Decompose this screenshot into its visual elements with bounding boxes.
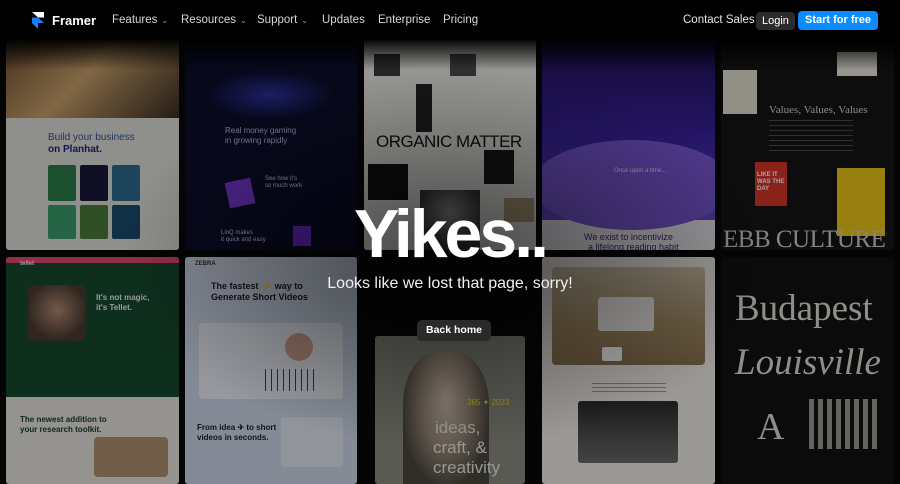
tile-headline: craft, & (433, 438, 487, 457)
tile-headline: your research toolkit. (20, 425, 102, 434)
nav-item-label: Resources (181, 14, 236, 26)
tile-image (416, 84, 432, 132)
chevron-down-icon: ⌄ (239, 15, 247, 25)
tile-portrait-image (28, 285, 86, 341)
logo-text: Framer (52, 13, 97, 28)
tile-image (450, 54, 476, 76)
tile-headline: in growing rapidly (225, 136, 288, 145)
tile-text: See how it's (265, 176, 298, 182)
tile-headline: it's Tellet. (96, 303, 132, 312)
tile-portrait-image (285, 333, 313, 361)
tile-headline: creativity (433, 458, 501, 477)
error-headline: Yikes.. (354, 196, 549, 272)
nav-item-label: Pricing (443, 14, 479, 26)
tile-ui-preview (598, 297, 654, 331)
nav-item-updates[interactable]: Updates (322, 14, 365, 26)
tile-ui-preview (281, 417, 343, 467)
tile-image (94, 437, 168, 477)
tile-image (368, 164, 408, 200)
nav-item-features[interactable]: Features ⌄ (112, 14, 168, 26)
framer-logo-icon (32, 12, 44, 29)
tile-text-block (592, 383, 666, 393)
tile-caption: Once upon a time... (614, 168, 667, 174)
tile-image (723, 70, 757, 114)
showcase-tile-portrait[interactable]: 365 ✦ 2023 ideas, craft, & creativity (375, 336, 525, 484)
tile-headline: The newest addition to (20, 415, 107, 424)
tile-headline: ORGANIC MATTER (376, 132, 522, 151)
tile-headline: It's not magic, (96, 293, 150, 302)
back-home-button[interactable]: Back home (417, 320, 492, 341)
tile-image (374, 54, 400, 76)
tile-ui-preview (265, 369, 315, 391)
nav-item-resources[interactable]: Resources ⌄ (181, 14, 247, 26)
nav-item-label: Features (112, 14, 158, 26)
tile-headline: Louisville (735, 342, 881, 383)
nav-item-label: Support (257, 14, 298, 26)
nav-item-label: Enterprise (378, 14, 431, 26)
tile-headline: From idea ✈ to short (197, 423, 277, 432)
chevron-down-icon: ⌄ (301, 15, 308, 25)
tile-image (484, 150, 514, 184)
tile-poster-text: LIKE IT WAS THE DAY (757, 172, 785, 192)
tile-headline: ideas, (435, 418, 481, 437)
tile-hero-image (6, 40, 179, 118)
nav-item-pricing[interactable]: Pricing (443, 14, 478, 26)
contact-sales-link[interactable]: Contact Sales (683, 14, 755, 26)
nav-item-enterprise[interactable]: Enterprise (378, 14, 430, 26)
tile-text: so much work (265, 183, 303, 189)
chevron-down-icon: ⌄ (161, 15, 169, 25)
nav-item-label: Updates (322, 14, 365, 26)
tile-ui-preview (602, 347, 622, 361)
tile-glyph-grid (809, 399, 879, 449)
tile-image (837, 52, 877, 76)
error-subtitle: Looks like we lost that page, sorry! (327, 275, 573, 292)
tile-image (578, 401, 678, 463)
tile-text-block (769, 120, 853, 154)
tile-headline: Real money gaming (225, 126, 297, 135)
start-for-free-button[interactable]: Start for free (798, 11, 879, 30)
top-nav: Framer Features ⌄ Resources ⌄ Support ⌄ … (0, 0, 900, 42)
login-button[interactable]: Login (756, 12, 795, 30)
logo-link[interactable]: Framer (32, 12, 96, 29)
tile-glow (205, 70, 335, 120)
tile-headline: Build your business (48, 132, 135, 143)
nav-item-support[interactable]: Support ⌄ (257, 14, 308, 26)
tile-headline: Generate Short Videos (211, 292, 308, 302)
tile-headline: on Planhat. (48, 144, 102, 155)
tile-tag: 365 ✦ 2023 (467, 398, 510, 407)
tile-headline: Values, Values, Values (769, 104, 868, 116)
tile-headline: videos in seconds. (197, 433, 269, 442)
tile-headline: Budapest (735, 288, 873, 329)
tile-letter: A (757, 406, 785, 448)
